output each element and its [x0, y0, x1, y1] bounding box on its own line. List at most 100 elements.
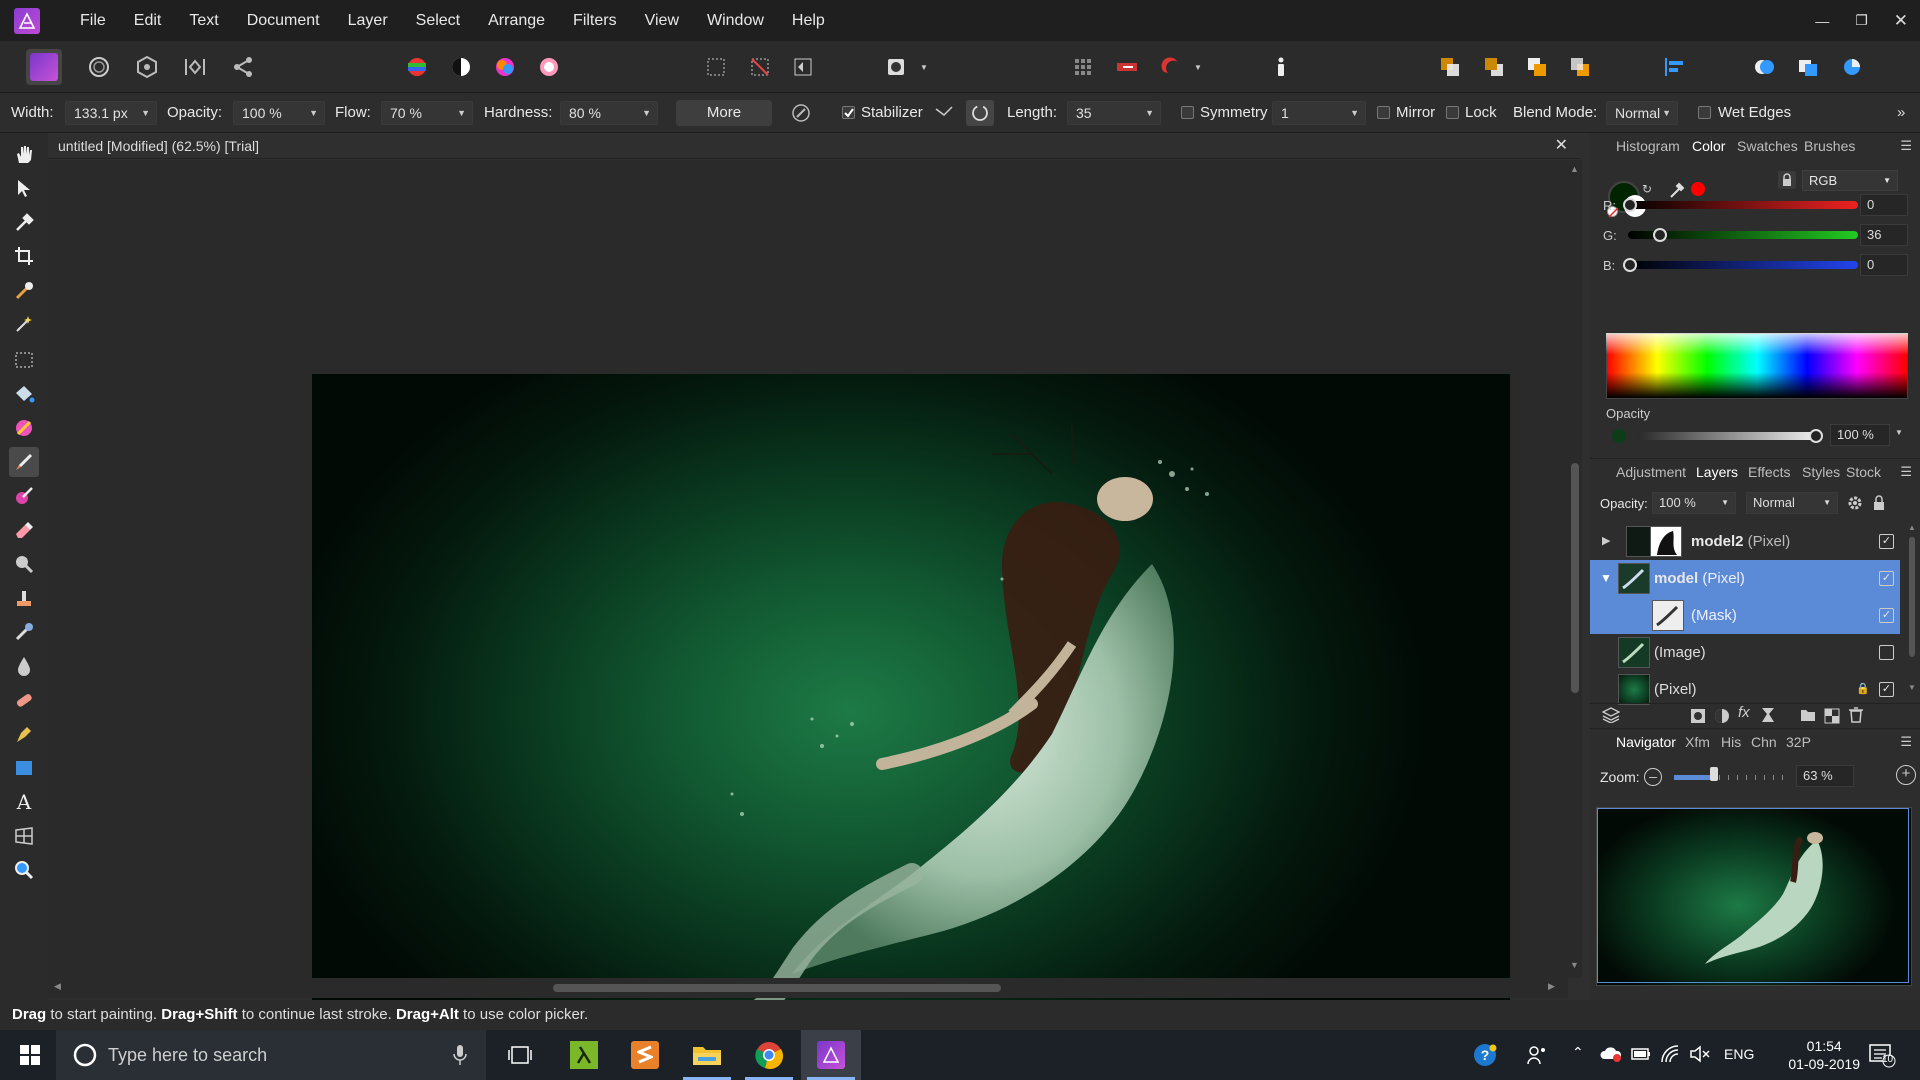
artwork-image[interactable]: [312, 374, 1510, 1048]
start-button[interactable]: [0, 1030, 60, 1080]
tab-histogram[interactable]: Histogram: [1616, 138, 1680, 154]
color-opacity-field[interactable]: 100 %: [1830, 424, 1890, 446]
menu-window[interactable]: Window: [693, 0, 778, 41]
stabilizer-checkbox[interactable]: [842, 106, 855, 119]
layer-visibility-checkbox[interactable]: ✓: [1879, 608, 1894, 623]
layer-row-model[interactable]: ▼ model (Pixel) ✓: [1590, 560, 1900, 597]
layer-visibility-checkbox[interactable]: ✓: [1879, 534, 1894, 549]
tab-channels[interactable]: Chn: [1751, 734, 1777, 750]
document-tab[interactable]: untitled [Modified] (62.5%) [Trial] ✕: [48, 133, 1580, 159]
live-filter-icon[interactable]: [1760, 707, 1776, 723]
navigator-viewport-rect[interactable]: [1597, 808, 1909, 983]
color-mode-dropdown[interactable]: RGB ▼: [1802, 170, 1898, 191]
blend-mode-dropdown[interactable]: Normal ▼: [1606, 101, 1678, 125]
layer-settings-gear-icon[interactable]: [1846, 494, 1864, 512]
b-slider-knob[interactable]: [1623, 258, 1637, 272]
menu-file[interactable]: File: [66, 0, 120, 41]
artistic-text-icon[interactable]: A: [9, 787, 39, 817]
add-group-icon[interactable]: [1800, 708, 1816, 722]
tab-transform[interactable]: Xfm: [1685, 734, 1710, 750]
taskbar-app-file-explorer[interactable]: [677, 1030, 737, 1080]
deselect-icon[interactable]: [742, 49, 778, 85]
assistant-icon[interactable]: [1109, 49, 1145, 85]
window-mode-icon[interactable]: [966, 100, 994, 126]
menu-arrange[interactable]: Arrange: [474, 0, 559, 41]
color-opacity-slider[interactable]: [1638, 432, 1816, 440]
swap-colors-icon[interactable]: ↻: [1642, 182, 1652, 196]
boolean-add-icon[interactable]: [1746, 49, 1782, 85]
people-tray-icon[interactable]: [1526, 1044, 1548, 1066]
tab-layers[interactable]: Layers: [1696, 464, 1738, 480]
lock-checkbox[interactable]: [1446, 106, 1459, 119]
vertical-scroll-thumb[interactable]: [1571, 463, 1579, 693]
blur-brush-icon[interactable]: [9, 617, 39, 647]
collapse-arrow-icon[interactable]: ▼: [1600, 560, 1612, 597]
zoom-in-icon[interactable]: +: [1896, 765, 1916, 785]
taskbar-app-chrome[interactable]: [739, 1030, 799, 1080]
arrange-back-icon[interactable]: [1562, 49, 1598, 85]
context-help-icon[interactable]: [1263, 49, 1299, 85]
show-hidden-icons-icon[interactable]: ⌃: [1572, 1044, 1584, 1061]
snapping-icon[interactable]: [1153, 49, 1189, 85]
flow-field[interactable]: 70 % ▼: [381, 101, 473, 125]
taskbar-clock[interactable]: 01:54 01-09-2019: [1788, 1037, 1860, 1073]
tab-navigator[interactable]: Navigator: [1616, 734, 1676, 750]
horizontal-scroll-thumb[interactable]: [553, 984, 1001, 992]
lock-color-icon[interactable]: [1778, 171, 1796, 189]
flood-fill-icon[interactable]: [9, 379, 39, 409]
wet-edges-checkbox[interactable]: [1698, 106, 1711, 119]
hsl-icon[interactable]: [487, 49, 523, 85]
zoom-slider-knob[interactable]: [1709, 767, 1718, 781]
symmetry-checkbox[interactable]: [1181, 106, 1194, 119]
move-tool-icon[interactable]: [9, 173, 39, 203]
rectangular-marquee-icon[interactable]: [9, 345, 39, 375]
restore-icon[interactable]: ❐: [1855, 12, 1868, 29]
white-balance-icon[interactable]: [443, 49, 479, 85]
pen-tool-icon[interactable]: [9, 719, 39, 749]
selection-brush-icon[interactable]: [9, 275, 39, 305]
help-tray-icon[interactable]: ?: [1472, 1042, 1498, 1068]
action-center-icon[interactable]: 10: [1868, 1042, 1896, 1068]
layers-scrollbar[interactable]: ▲ ▼: [1906, 523, 1918, 703]
volume-muted-tray-icon[interactable]: [1689, 1044, 1711, 1064]
mesh-warp-icon[interactable]: [9, 821, 39, 851]
microphone-icon[interactable]: [452, 1044, 468, 1066]
eyedropper-icon[interactable]: [1668, 181, 1686, 199]
export-persona-icon[interactable]: [225, 49, 261, 85]
horizontal-scrollbar[interactable]: ◀ ▶: [48, 978, 1568, 998]
scroll-right-icon[interactable]: ▶: [1548, 981, 1555, 992]
photo-persona-icon[interactable]: [26, 49, 62, 85]
layer-lock-icon[interactable]: [1872, 494, 1886, 512]
zoom-out-icon[interactable]: –: [1644, 768, 1662, 786]
picked-color-swatch[interactable]: [1691, 182, 1705, 196]
fx-icon[interactable]: fx: [1738, 704, 1750, 721]
layer-visibility-checkbox[interactable]: [1879, 645, 1894, 660]
navigator-preview[interactable]: [1596, 807, 1912, 986]
mirror-checkbox[interactable]: [1377, 106, 1390, 119]
quick-mask-icon[interactable]: [878, 49, 914, 85]
r-value-field[interactable]: 0: [1860, 194, 1908, 216]
tab-stock[interactable]: Stock: [1846, 464, 1881, 480]
menu-edit[interactable]: Edit: [120, 0, 176, 41]
healing-brush-icon[interactable]: [9, 685, 39, 715]
liquify-persona-icon[interactable]: [81, 49, 117, 85]
panel-menu-icon[interactable]: ☰: [1900, 734, 1912, 750]
layer-row-image[interactable]: (Image): [1590, 634, 1900, 671]
menu-help[interactable]: Help: [778, 0, 839, 41]
levels-icon[interactable]: [399, 49, 435, 85]
menu-layer[interactable]: Layer: [334, 0, 402, 41]
zoom-value-field[interactable]: 63 %: [1796, 765, 1854, 787]
move-forward-icon[interactable]: [1476, 49, 1512, 85]
color-opacity-knob[interactable]: [1809, 429, 1823, 443]
taskbar-app-affinity-photo[interactable]: [801, 1030, 861, 1080]
length-field[interactable]: 35 ▼: [1067, 101, 1161, 125]
r-slider[interactable]: [1628, 201, 1858, 209]
chevron-down-icon[interactable]: ▼: [1895, 428, 1903, 437]
menu-document[interactable]: Document: [233, 0, 334, 41]
brush-settings-icon[interactable]: [789, 101, 815, 125]
add-mask-icon[interactable]: [1690, 708, 1706, 724]
canvas-area[interactable]: [48, 160, 1568, 1048]
wifi-tray-icon[interactable]: [1660, 1044, 1680, 1064]
taskbar-search-box[interactable]: Type here to search: [56, 1030, 486, 1080]
move-back-icon[interactable]: [1432, 49, 1468, 85]
